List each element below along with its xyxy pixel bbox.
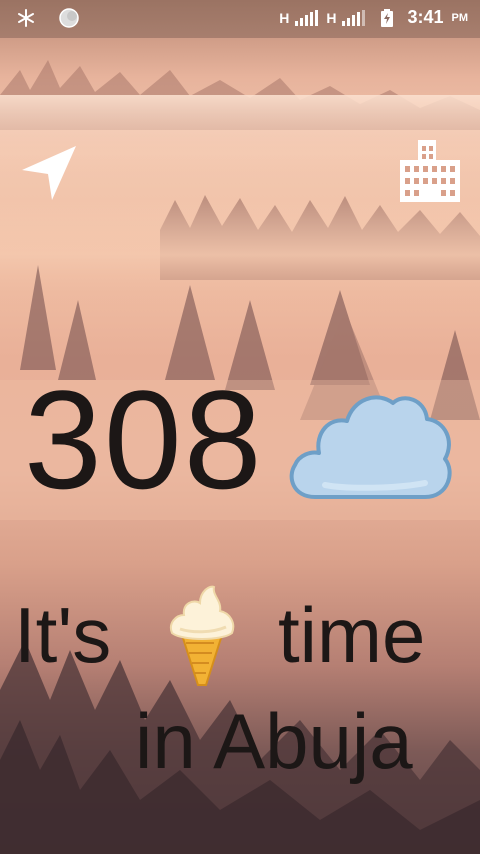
- status-right: H H 3:41 PM: [277, 7, 468, 28]
- circle-icon: [59, 8, 79, 28]
- temperature-value: 308: [24, 361, 264, 518]
- status-bar: H H 3:41 PM: [0, 0, 480, 38]
- ice-cream-icon: [170, 585, 235, 686]
- cloud-icon: [289, 395, 452, 499]
- battery-charging-icon: [381, 8, 394, 27]
- snowflake-icon: [18, 9, 34, 27]
- signal-strength-icon-2: [342, 9, 366, 26]
- signal-strength-icon: [295, 9, 319, 26]
- phrase-location-line: in Abuja: [135, 697, 413, 785]
- navigation-arrow-icon[interactable]: [20, 144, 78, 202]
- network-type-2: H: [326, 9, 337, 26]
- clock-ampm: PM: [451, 11, 469, 24]
- phrase-word-its: It's: [14, 591, 112, 679]
- clock-time: 3:41: [407, 7, 444, 27]
- phrase-word-time: time: [278, 591, 426, 679]
- buildings-icon[interactable]: [400, 140, 460, 202]
- network-type-1: H: [279, 9, 290, 26]
- status-left-icons: [16, 7, 80, 29]
